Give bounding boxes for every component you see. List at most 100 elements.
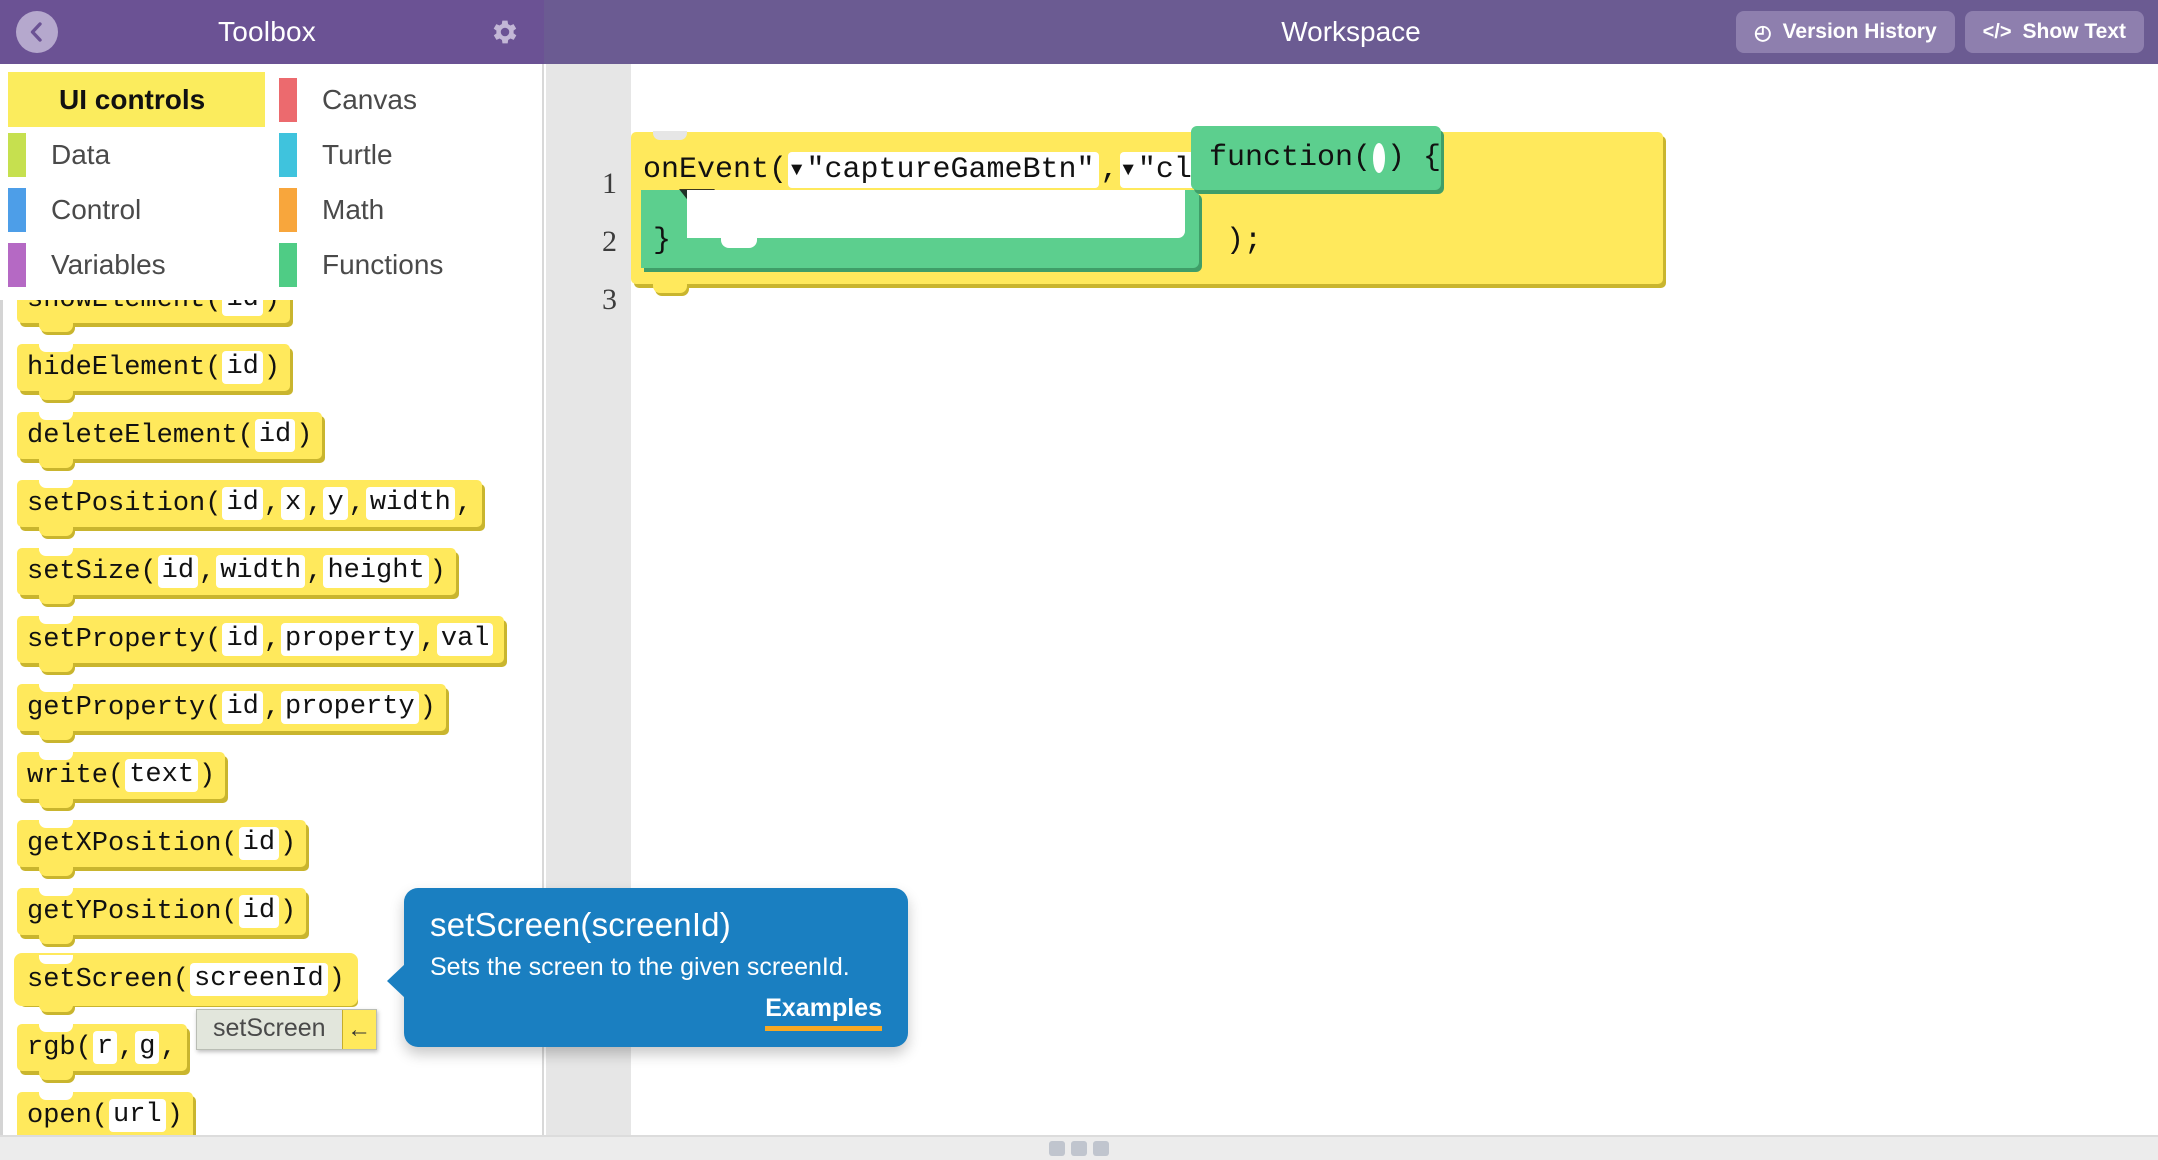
- category-math[interactable]: Math: [271, 182, 542, 237]
- drag-handle-dot-3: [1093, 1141, 1109, 1156]
- toolbox-block-setsize[interactable]: setSize(id, width, height): [17, 547, 456, 604]
- block-text: ,: [199, 556, 216, 587]
- block-text: ,: [306, 556, 323, 587]
- block-text: hideElement(: [27, 352, 222, 383]
- block-param-slot[interactable]: url: [109, 1098, 166, 1133]
- category-turtle[interactable]: Turtle: [271, 127, 542, 182]
- category-color-swatch: [279, 242, 297, 287]
- toolbox-block-setproperty[interactable]: setProperty(id, property, val: [17, 615, 505, 672]
- version-history-label: Version History: [1782, 20, 1937, 43]
- toolbox-block-setposition[interactable]: setPosition(id, x, y, width,: [17, 479, 483, 536]
- block-text: deleteElement(: [27, 420, 254, 451]
- block-text: getYPosition(: [27, 896, 238, 927]
- block-text: setPosition(: [27, 488, 222, 519]
- block-param-slot[interactable]: text: [125, 758, 199, 793]
- block-param-slot[interactable]: id: [157, 554, 199, 589]
- autocomplete-item-setscreen[interactable]: setScreen: [197, 1010, 342, 1049]
- block-row: write(text): [3, 751, 542, 820]
- settings-button[interactable]: [488, 15, 522, 49]
- toolbox-block-deleteelement[interactable]: deleteElement(id): [17, 411, 323, 468]
- line-number-1: 1: [602, 167, 617, 200]
- category-canvas[interactable]: Canvas: [271, 72, 542, 127]
- toolbox-block-showelement[interactable]: showElement(id): [17, 300, 291, 332]
- block-param-slot[interactable]: width: [216, 554, 306, 589]
- block-row: showElement(id): [3, 300, 542, 344]
- toolbox-block-getyposition[interactable]: getYPosition(id): [17, 887, 307, 944]
- toolbox-title: Toolbox: [218, 16, 316, 47]
- category-label: Math: [322, 193, 385, 225]
- element-id-value: "captureGameBtn": [806, 153, 1095, 187]
- category-functions[interactable]: Functions: [271, 237, 542, 292]
- function-body-slot[interactable]: [641, 190, 1199, 268]
- chevron-down-icon-2: ▼: [1122, 158, 1134, 181]
- block-param-slot[interactable]: screenId: [190, 962, 328, 997]
- block-param-slot[interactable]: x: [281, 486, 306, 521]
- category-color-swatch: [279, 77, 297, 122]
- toolbox-block-setscreen[interactable]: setScreen(screenId): [17, 955, 355, 1012]
- block-text: getProperty(: [27, 692, 222, 723]
- category-label: Functions: [322, 248, 444, 280]
- block-param-slot[interactable]: property: [281, 690, 419, 725]
- function-close-brace: }: [653, 224, 672, 258]
- block-param-slot[interactable]: id: [222, 622, 263, 657]
- block-text: ,: [348, 488, 365, 519]
- toolbox-block-open[interactable]: open(url): [17, 1091, 193, 1135]
- block-row: setPosition(id, x, y, width,: [3, 479, 542, 548]
- block-row: deleteElement(id): [3, 411, 542, 480]
- category-control[interactable]: Control: [0, 182, 271, 237]
- category-label: Canvas: [322, 83, 417, 115]
- block-text: ,: [263, 488, 281, 519]
- category-color-swatch: [279, 132, 297, 177]
- block-text: ): [166, 1100, 183, 1131]
- block-text: ): [419, 692, 436, 723]
- function-body-empty: [687, 190, 1185, 238]
- autocomplete-popup[interactable]: setScreen ←: [196, 1009, 377, 1050]
- block-text: ): [328, 964, 345, 995]
- show-text-button[interactable]: </> Show Text: [1964, 11, 2144, 53]
- bottom-bar[interactable]: [0, 1135, 2158, 1160]
- block-param-slot[interactable]: id: [222, 300, 263, 317]
- toolbox-block-rgb[interactable]: rgb(r, g,: [17, 1023, 187, 1080]
- block-param-slot[interactable]: id: [222, 350, 263, 385]
- workspace-actions: ◴ Version History </> Show Text: [1736, 11, 2144, 53]
- block-param-slot[interactable]: g: [135, 1030, 160, 1065]
- block-text: ,: [263, 692, 281, 723]
- examples-link[interactable]: Examples: [765, 994, 882, 1031]
- toolbox-block-getproperty[interactable]: getProperty(id, property): [17, 683, 446, 740]
- block-tooltip: setScreen(screenId) Sets the screen to t…: [387, 888, 908, 1047]
- element-id-dropdown[interactable]: ▼ "captureGameBtn": [788, 152, 1100, 188]
- category-label: Control: [51, 193, 142, 225]
- block-text: ): [264, 300, 280, 315]
- function-param-slot[interactable]: [1373, 143, 1385, 173]
- version-history-button[interactable]: ◴ Version History: [1736, 11, 1955, 53]
- block-param-slot[interactable]: id: [222, 690, 263, 725]
- toolbox-block-hideelement[interactable]: hideElement(id): [17, 343, 291, 400]
- category-grid: UI controls Canvas Data Turtle Control Math Va…: [0, 64, 542, 298]
- category-data[interactable]: Data: [0, 127, 271, 182]
- block-text: ): [429, 556, 446, 587]
- block-param-slot[interactable]: id: [222, 486, 263, 521]
- gear-icon: [493, 20, 517, 44]
- block-text: ): [296, 420, 313, 451]
- onevent-tail: );: [1226, 224, 1263, 258]
- block-text: ,: [160, 1032, 177, 1063]
- category-ui-controls[interactable]: UI controls: [8, 72, 265, 127]
- block-param-slot[interactable]: id: [254, 418, 296, 453]
- block-row: open(url): [3, 1091, 542, 1135]
- function-keyword: function(: [1209, 141, 1372, 175]
- toolbox-block-write[interactable]: write(text): [17, 751, 226, 808]
- block-row: hideElement(id): [3, 343, 542, 412]
- block-param-slot[interactable]: y: [323, 486, 348, 521]
- block-param-slot[interactable]: height: [323, 554, 429, 589]
- category-label: Turtle: [322, 138, 393, 170]
- function-block[interactable]: function() {: [1191, 126, 1441, 190]
- block-param-slot[interactable]: val: [436, 622, 494, 657]
- block-param-slot[interactable]: width: [365, 486, 455, 521]
- block-param-slot[interactable]: property: [281, 622, 419, 657]
- block-param-slot[interactable]: id: [238, 826, 280, 861]
- toolbox-block-getxposition[interactable]: getXPosition(id): [17, 819, 307, 876]
- block-param-slot[interactable]: id: [238, 894, 280, 929]
- category-variables[interactable]: Variables: [0, 237, 271, 292]
- block-text: ): [199, 760, 216, 791]
- block-param-slot[interactable]: r: [92, 1030, 118, 1065]
